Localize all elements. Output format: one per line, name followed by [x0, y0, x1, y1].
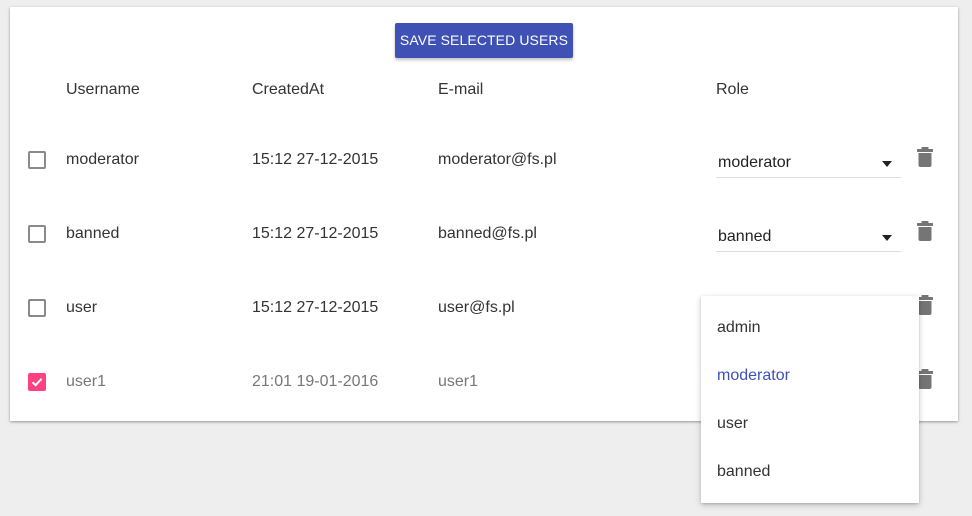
save-selected-users-button[interactable]: SAVE SELECTED USERS	[395, 23, 573, 58]
role-dropdown-menu: admin moderator user banned	[701, 296, 919, 503]
row-select-checkbox[interactable]	[28, 373, 46, 391]
username-cell: user	[66, 299, 98, 316]
email-cell: moderator@fs.pl	[438, 151, 557, 168]
row-select-checkbox[interactable]	[28, 299, 46, 317]
username-cell: user1	[66, 373, 107, 390]
trash-icon[interactable]	[917, 295, 933, 315]
email-cell: user1	[438, 373, 479, 390]
check-icon	[31, 378, 43, 387]
role-option-moderator[interactable]: moderator	[717, 367, 907, 385]
trash-icon[interactable]	[917, 221, 933, 241]
column-header-email: E-mail	[438, 81, 484, 98]
column-header-created-at: CreatedAt	[252, 81, 325, 98]
role-option-banned[interactable]: banned	[717, 463, 907, 481]
row-select-checkbox[interactable]	[28, 225, 46, 243]
trash-icon[interactable]	[917, 147, 933, 167]
username-cell: banned	[66, 225, 120, 242]
created-at-cell: 21:01 19-01-2016	[252, 373, 379, 390]
username-cell: moderator	[66, 151, 139, 168]
role-select[interactable]: moderator	[716, 149, 901, 178]
role-select-value: banned	[718, 228, 772, 245]
trash-icon[interactable]	[917, 369, 933, 389]
role-select[interactable]: banned	[716, 223, 901, 252]
email-cell: banned@fs.pl	[438, 225, 537, 242]
created-at-cell: 15:12 27-12-2015	[252, 225, 379, 242]
column-header-role: Role	[716, 81, 749, 98]
role-option-admin[interactable]: admin	[717, 319, 907, 337]
column-header-username: Username	[66, 81, 140, 98]
role-select-value: moderator	[718, 154, 791, 171]
row-select-checkbox[interactable]	[28, 151, 46, 169]
table-row: moderator 15:12 27-12-2015 moderator@fs.…	[10, 134, 958, 184]
caret-down-icon	[882, 235, 892, 241]
table-row: banned 15:12 27-12-2015 banned@fs.pl ban…	[10, 208, 958, 258]
role-option-user[interactable]: user	[717, 415, 907, 433]
email-cell: user@fs.pl	[438, 299, 515, 316]
created-at-cell: 15:12 27-12-2015	[252, 299, 379, 316]
caret-down-icon	[882, 161, 892, 167]
created-at-cell: 15:12 27-12-2015	[252, 151, 379, 168]
